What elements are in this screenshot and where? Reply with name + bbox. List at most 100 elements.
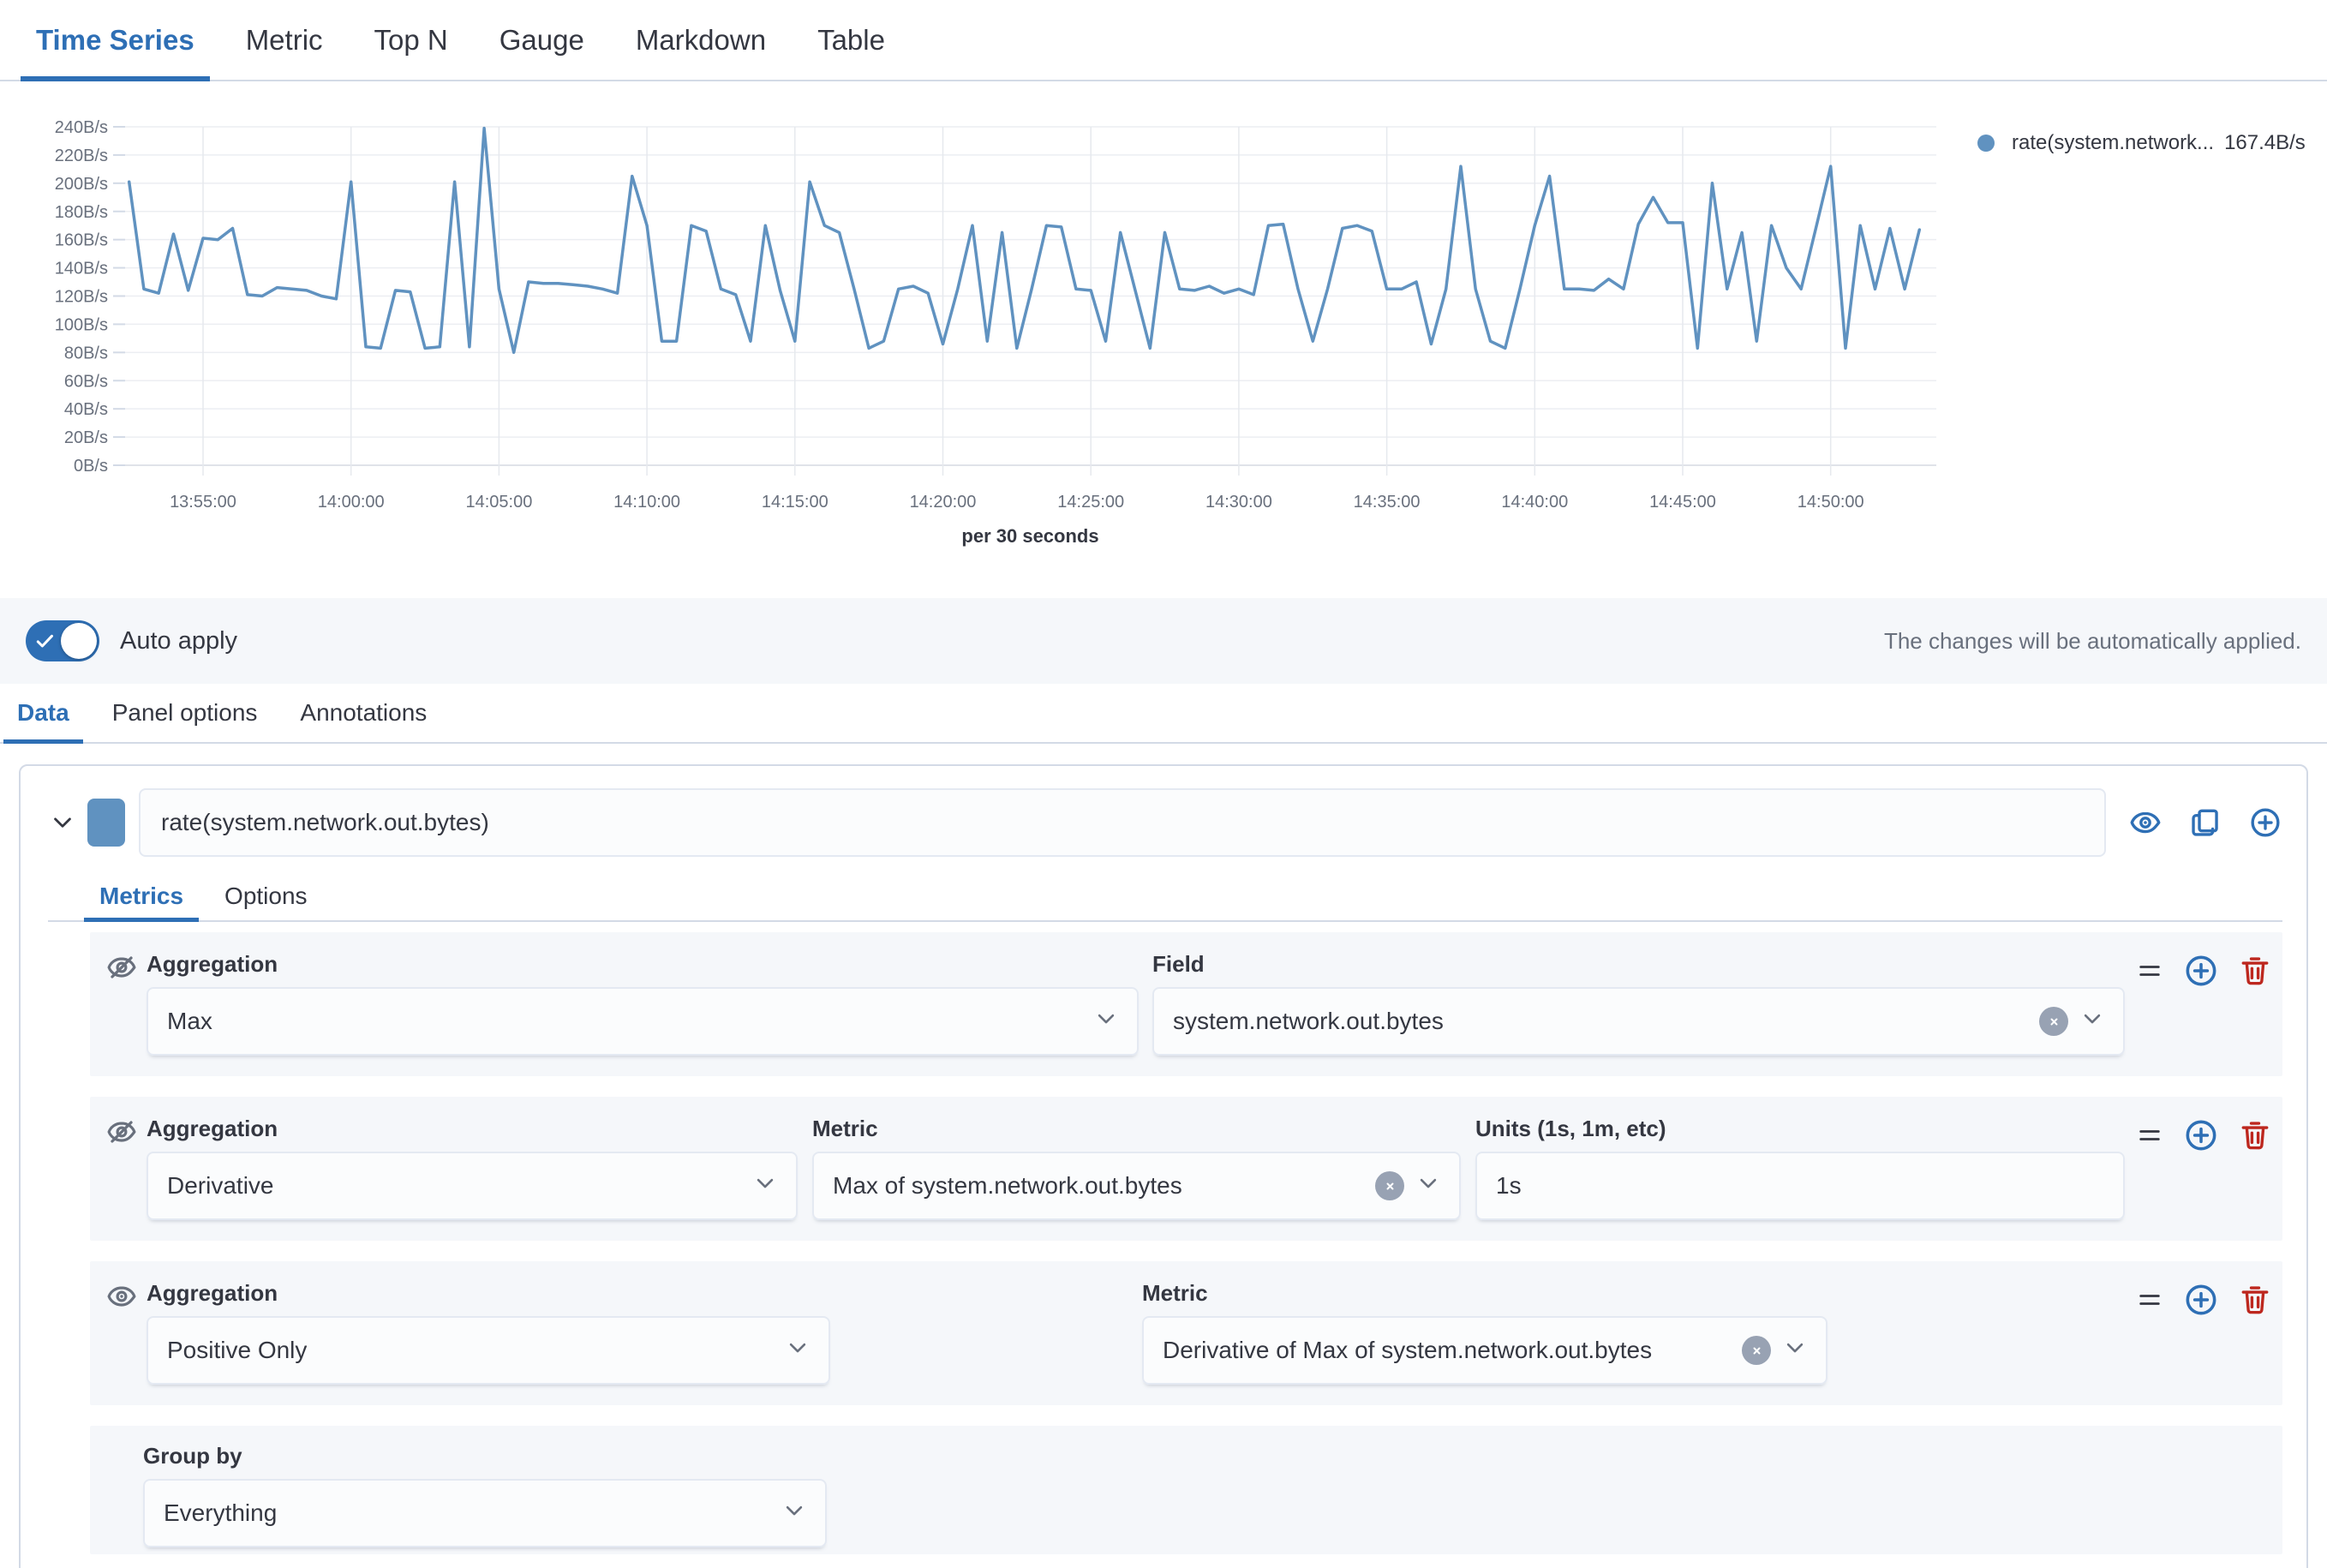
- clear-selection-icon[interactable]: [1375, 1171, 1404, 1200]
- auto-apply-bar: Auto apply The changes will be automatic…: [0, 598, 2327, 684]
- viz-tab-markdown[interactable]: Markdown: [620, 0, 781, 80]
- eye-closed-icon[interactable]: [107, 951, 147, 986]
- eye-closed-icon[interactable]: [107, 1116, 147, 1151]
- viz-tab-time-series[interactable]: Time Series: [21, 0, 210, 80]
- viz-tab-metric[interactable]: Metric: [230, 0, 338, 80]
- add-metric-icon[interactable]: [2185, 1119, 2217, 1152]
- svg-text:14:10:00: 14:10:00: [613, 493, 680, 512]
- svg-text:120B/s: 120B/s: [55, 288, 108, 307]
- svg-text:14:25:00: 14:25:00: [1057, 493, 1124, 512]
- delete-metric-icon[interactable]: [2240, 1120, 2270, 1151]
- chevron-down-icon: [753, 1171, 777, 1201]
- copy-icon[interactable]: [2190, 807, 2221, 838]
- svg-text:14:00:00: 14:00:00: [318, 493, 385, 512]
- svg-text:240B/s: 240B/s: [55, 118, 108, 137]
- aggregation-select[interactable]: Derivative: [147, 1152, 798, 1220]
- check-icon: [35, 631, 56, 655]
- chart-legend[interactable]: rate(system.network... 167.4B/s: [1977, 131, 2306, 155]
- field-value: system.network.out.bytes: [1173, 1008, 1444, 1035]
- group-by-select[interactable]: Everything: [143, 1479, 827, 1547]
- aggregation-value: Positive Only: [167, 1337, 307, 1364]
- legend-series-value: 167.4B/s: [2224, 131, 2306, 155]
- visualization-type-tabs: Time SeriesMetric Top NGaugeMarkdown Table: [0, 0, 2327, 81]
- auto-apply-label: Auto apply: [120, 627, 237, 655]
- add-metric-icon[interactable]: [2185, 1284, 2217, 1316]
- chevron-down-icon: [1094, 1007, 1118, 1037]
- plus-circle-icon[interactable]: [2250, 807, 2281, 838]
- svg-text:14:40:00: 14:40:00: [1501, 493, 1568, 512]
- svg-text:140B/s: 140B/s: [55, 260, 108, 278]
- chevron-down-icon: [782, 1499, 806, 1529]
- svg-text:60B/s: 60B/s: [64, 372, 108, 391]
- group-by-label: Group by: [143, 1443, 2270, 1469]
- series-label-input[interactable]: [139, 788, 2106, 857]
- aggregation-label: Aggregation: [147, 951, 1139, 977]
- svg-text:220B/s: 220B/s: [55, 147, 108, 165]
- aggregation-select[interactable]: Positive Only: [147, 1316, 830, 1385]
- drag-handle-icon[interactable]: [2137, 958, 2162, 984]
- group-by-value: Everything: [164, 1499, 277, 1527]
- auto-apply-note: The changes will be automatically applie…: [1884, 628, 2301, 655]
- drag-handle-icon[interactable]: [2137, 1287, 2162, 1313]
- metric-row-3: AggregationPositive OnlyMetricDerivative…: [90, 1261, 2282, 1405]
- editor-tab-data[interactable]: Data: [3, 684, 83, 742]
- editor-tab-panel-options[interactable]: Panel options: [99, 684, 272, 742]
- timeseries-chart: 0B/s20B/s40B/s60B/s80B/s100B/s120B/s140B…: [0, 81, 2327, 598]
- editor-tab-annotations[interactable]: Annotations: [286, 684, 440, 742]
- series-tab-options[interactable]: Options: [209, 872, 323, 920]
- metric-label: Metric: [812, 1116, 1461, 1141]
- svg-text:14:15:00: 14:15:00: [762, 493, 829, 512]
- aggregation-value: Max: [167, 1008, 212, 1035]
- units-1s-1m-etc--label: Units (1s, 1m, etc): [1475, 1116, 2125, 1141]
- metric-select[interactable]: Derivative of Max of system.network.out.…: [1142, 1316, 1828, 1385]
- svg-text:160B/s: 160B/s: [55, 231, 108, 250]
- series-header-row: [48, 788, 2282, 857]
- clear-selection-icon[interactable]: [1742, 1336, 1771, 1365]
- auto-apply-toggle[interactable]: [26, 620, 99, 661]
- add-metric-icon[interactable]: [2185, 955, 2217, 987]
- aggregation-label: Aggregation: [147, 1116, 798, 1141]
- svg-text:80B/s: 80B/s: [64, 344, 108, 362]
- svg-text:14:50:00: 14:50:00: [1798, 493, 1864, 512]
- svg-text:200B/s: 200B/s: [55, 175, 108, 194]
- toggle-knob: [61, 623, 97, 659]
- series-tab-metrics[interactable]: Metrics: [84, 872, 199, 920]
- legend-series-dot: [1977, 135, 1995, 152]
- viz-tab-gauge[interactable]: Gauge: [484, 0, 600, 80]
- metric-row-2: Aggregation Derivative Metric Max of system…: [90, 1097, 2282, 1241]
- chevron-down-icon: [1783, 1336, 1807, 1366]
- field-label: Field: [1152, 951, 2125, 977]
- collapse-series-button[interactable]: [48, 810, 77, 835]
- delete-metric-icon[interactable]: [2240, 1284, 2270, 1315]
- drag-handle-icon[interactable]: [2137, 1122, 2162, 1148]
- viz-tab-table[interactable]: Table: [802, 0, 900, 80]
- delete-metric-icon[interactable]: [2240, 955, 2270, 986]
- aggregation-select[interactable]: Max: [147, 987, 1139, 1056]
- metrics-rows: Aggregation Max Field system.network.out.by…: [90, 932, 2282, 1554]
- svg-text:20B/s: 20B/s: [64, 428, 108, 447]
- svg-text:0B/s: 0B/s: [74, 457, 108, 476]
- svg-text:14:20:00: 14:20:00: [910, 493, 977, 512]
- series-actions: [2130, 807, 2282, 838]
- series-color-swatch[interactable]: [87, 799, 125, 847]
- svg-text:14:35:00: 14:35:00: [1354, 493, 1421, 512]
- field-select[interactable]: system.network.out.bytes: [1152, 987, 2125, 1056]
- chevron-down-icon: [2080, 1007, 2104, 1037]
- editor-tabs: Data Panel optionsAnnotations: [0, 684, 2327, 744]
- clear-selection-icon[interactable]: [2039, 1007, 2068, 1036]
- eye-icon[interactable]: [107, 1280, 147, 1315]
- units-1s-1m-etc--input[interactable]: 1s: [1475, 1152, 2125, 1220]
- metric-value: Derivative of Max of system.network.out.…: [1163, 1337, 1652, 1364]
- legend-series-label: rate(system.network...: [2012, 131, 2214, 155]
- aggregation-value: Derivative: [167, 1172, 273, 1200]
- metric-select[interactable]: Max of system.network.out.bytes: [812, 1152, 1461, 1220]
- svg-text:per 30 seconds: per 30 seconds: [961, 525, 1098, 547]
- series-tabs: MetricsOptions: [48, 872, 2282, 922]
- svg-text:14:45:00: 14:45:00: [1649, 493, 1716, 512]
- svg-text:100B/s: 100B/s: [55, 315, 108, 334]
- chevron-down-icon: [1416, 1171, 1440, 1201]
- eye-icon[interactable]: [2130, 807, 2161, 838]
- metric-row-actions: [2137, 951, 2270, 987]
- aggregation-label: Aggregation: [147, 1280, 830, 1306]
- viz-tab-top-n[interactable]: Top N: [359, 0, 464, 80]
